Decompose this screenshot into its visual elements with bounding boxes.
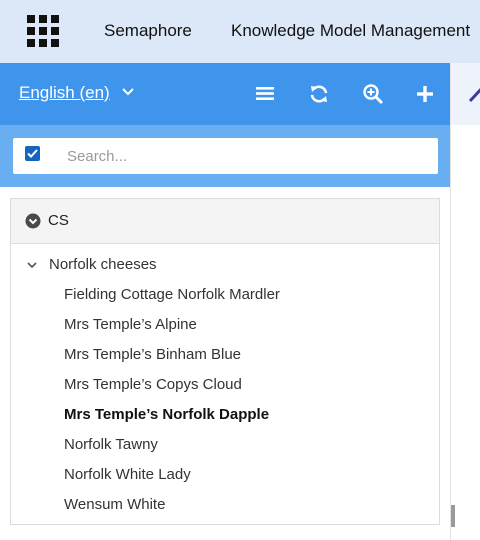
scheme-label[interactable]: CS: [48, 212, 69, 229]
zoom-in-icon[interactable]: [361, 82, 385, 106]
tree-child-row[interactable]: Wensum White: [11, 490, 439, 520]
scrollbar-thumb[interactable]: [451, 505, 455, 527]
search-filter-checkbox[interactable]: [25, 146, 40, 161]
detail-panel-edge: [450, 63, 480, 540]
tree-child-row[interactable]: Mrs Temple’s Copys Cloud: [11, 370, 439, 400]
search-bar: [0, 125, 450, 187]
child-concept-label[interactable]: Mrs Temple’s Copys Cloud: [64, 376, 242, 393]
tree-concept-row[interactable]: Norfolk cheeses: [11, 250, 439, 280]
refresh-icon[interactable]: [307, 82, 331, 106]
pencil-icon[interactable]: [467, 81, 480, 103]
child-concept-label[interactable]: Norfolk Tawny: [64, 436, 158, 453]
child-concept-label[interactable]: Norfolk White Lady: [64, 466, 191, 483]
add-icon[interactable]: [413, 82, 437, 106]
collapse-circle-icon[interactable]: [25, 213, 41, 229]
child-concept-label[interactable]: Mrs Temple’s Alpine: [64, 316, 197, 333]
tree-child-row[interactable]: Mrs Temple’s Binham Blue: [11, 340, 439, 370]
tree-child-row[interactable]: Fielding Cottage Norfolk Mardler: [11, 280, 439, 310]
search-box: [13, 138, 438, 174]
chevron-down-icon[interactable]: [120, 83, 136, 99]
scheme-header[interactable]: CS: [11, 199, 439, 244]
child-concept-label[interactable]: Wensum White: [64, 496, 165, 513]
tree-toolbar: English (en): [0, 63, 450, 125]
child-concept-label[interactable]: Mrs Temple’s Binham Blue: [64, 346, 241, 363]
tree-child-row[interactable]: Mrs Temple’s Alpine: [11, 310, 439, 340]
language-selector[interactable]: English (en): [19, 83, 110, 103]
child-concept-label[interactable]: Mrs Temple’s Norfolk Dapple: [64, 406, 269, 423]
app-title: Knowledge Model Management: [231, 21, 471, 40]
child-concept-label[interactable]: Fielding Cottage Norfolk Mardler: [64, 286, 280, 303]
tree-child-row[interactable]: Norfolk White Lady: [11, 460, 439, 490]
concept-label[interactable]: Norfolk cheeses: [49, 256, 157, 273]
checkmark-icon: [27, 149, 38, 158]
brand-name[interactable]: Semaphore: [104, 21, 192, 41]
tree-child-row[interactable]: Norfolk Tawny: [11, 430, 439, 460]
app-grid-icon[interactable]: [27, 15, 59, 47]
search-input[interactable]: [67, 138, 427, 174]
list-icon[interactable]: [253, 82, 277, 106]
tree-child-row-selected[interactable]: Mrs Temple’s Norfolk Dapple: [11, 400, 439, 430]
concept-tree-panel: CS Norfolk cheeses Fielding Cottage Norf…: [10, 198, 440, 525]
top-bar: Semaphore Knowledge Model Management: [0, 0, 480, 63]
chevron-down-icon[interactable]: [26, 259, 38, 271]
